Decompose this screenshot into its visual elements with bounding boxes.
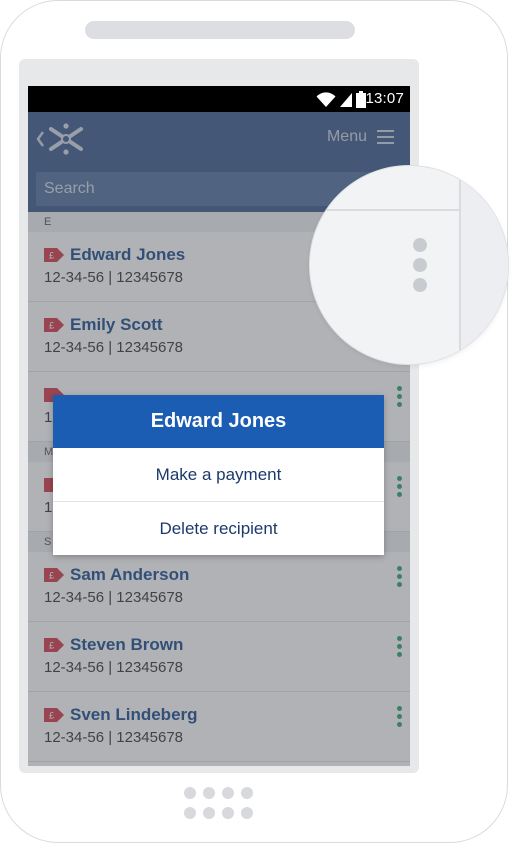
- status-bar: 13:07: [28, 86, 410, 112]
- wifi-icon: [316, 92, 336, 107]
- signal-icon: [340, 93, 352, 107]
- home-button-dots: [184, 787, 253, 819]
- status-icons: [316, 91, 366, 108]
- more-options-icon: [413, 238, 427, 292]
- make-payment-option[interactable]: Make a payment: [53, 448, 384, 502]
- status-time: 13:07: [365, 90, 404, 107]
- delete-recipient-option[interactable]: Delete recipient: [53, 502, 384, 555]
- speaker-grille: [85, 21, 355, 39]
- magnifier-callout: [310, 166, 508, 364]
- phone-frame: 13:07 Menu E: [0, 0, 508, 843]
- dialog-title: Edward Jones: [53, 395, 384, 448]
- recipient-action-dialog: Edward Jones Make a payment Delete recip…: [53, 395, 384, 555]
